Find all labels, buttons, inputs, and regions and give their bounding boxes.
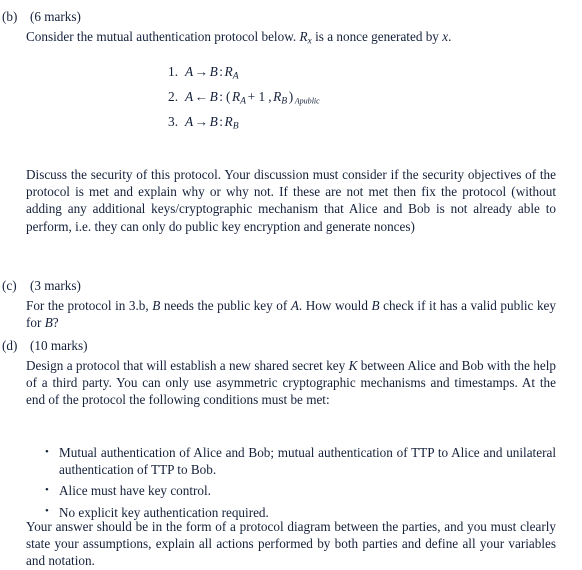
step-1-colon: : <box>219 64 223 79</box>
question-c-body: For the protocol in 3.b, B needs the pub… <box>26 297 556 331</box>
step-2-m1-base: R <box>231 89 241 105</box>
question-d-conditions-list: Mutual authentication of Alice and Bob; … <box>45 443 556 521</box>
step-2-sender: A <box>185 89 194 105</box>
step-2-encryption-key-sub: Apublic <box>294 96 320 106</box>
step-2-colon: : <box>219 89 223 105</box>
protocol-step-list: 1. A → B: RA 2. A ← B:(RA + 1, RB) Apublic 3. A → B: R… <box>168 62 320 138</box>
step-3-colon: : <box>219 114 223 130</box>
condition-item-1: Mutual authentication of Alice and Bob; … <box>45 443 556 478</box>
nonce-symbol-base: R <box>299 29 308 44</box>
question-c-text-2: needs the public key of <box>160 298 291 313</box>
protocol-step-2-number: 2. <box>168 89 179 105</box>
question-c-var-b3: B <box>44 315 53 331</box>
protocol-step-1: 1. A → B: RA <box>168 62 320 87</box>
step-3-receiver: B <box>209 114 218 130</box>
step-2-close-paren: ) <box>288 89 294 105</box>
question-d-label: (d) <box>2 338 18 353</box>
condition-item-2: Alice must have key control. <box>45 482 556 499</box>
protocol-step-3-number: 3. <box>168 114 179 130</box>
question-b-intro-post: is a nonce generated by <box>311 29 443 44</box>
question-b-marks: (6 marks) <box>30 9 81 24</box>
question-c-marks: (3 marks) <box>30 278 81 293</box>
step-2-receiver: B <box>209 89 218 105</box>
step-2-increment: + 1 <box>247 89 266 105</box>
question-c-var-b2: B <box>371 298 380 313</box>
question-d-closing: Your answer should be in the form of a p… <box>26 519 556 569</box>
step-1-message-base: R <box>224 64 233 79</box>
protocol-step-3: 3. A → B: RB <box>168 112 320 137</box>
step-1-arrow-icon: → <box>194 64 209 79</box>
step-1-receiver: B <box>209 64 218 79</box>
question-d-text-1: Design a protocol that will establish a … <box>26 358 349 373</box>
step-3-message-sub: B <box>232 121 239 133</box>
question-c-text-3: . How would <box>298 298 372 313</box>
step-3-message-base: R <box>224 114 233 130</box>
question-d-body: Design a protocol that will establish a … <box>26 357 556 409</box>
step-1-sender: A <box>185 64 194 79</box>
question-b-intro-pre: Consider the mutual authentication proto… <box>26 29 300 44</box>
question-c-var-a: A <box>290 298 299 313</box>
question-b-intro-end: . <box>448 29 452 44</box>
question-c-label: (c) <box>2 278 17 293</box>
question-c-text-1: For the protocol in 3.b, <box>26 298 153 313</box>
protocol-step-2: 2. A ← B:(RA + 1, RB) Apublic <box>168 87 320 112</box>
question-b-label: (b) <box>2 9 18 24</box>
step-2-arrow-icon: ← <box>194 89 209 105</box>
question-b-intro: Consider the mutual authentication proto… <box>26 28 556 51</box>
step-3-arrow-icon: → <box>194 114 209 130</box>
step-2-open-paren: ( <box>226 89 231 105</box>
step-1-message-sub: A <box>232 70 239 82</box>
question-b-body: Discuss the security of this protocol. Y… <box>26 167 556 234</box>
step-3-sender: A <box>185 114 194 130</box>
question-d-marks: (10 marks) <box>30 338 88 353</box>
question-c-text-5: ? <box>52 315 59 331</box>
protocol-step-1-number: 1. <box>168 64 179 79</box>
document-page: (b) (6 marks) Consider the mutual authen… <box>0 0 582 568</box>
